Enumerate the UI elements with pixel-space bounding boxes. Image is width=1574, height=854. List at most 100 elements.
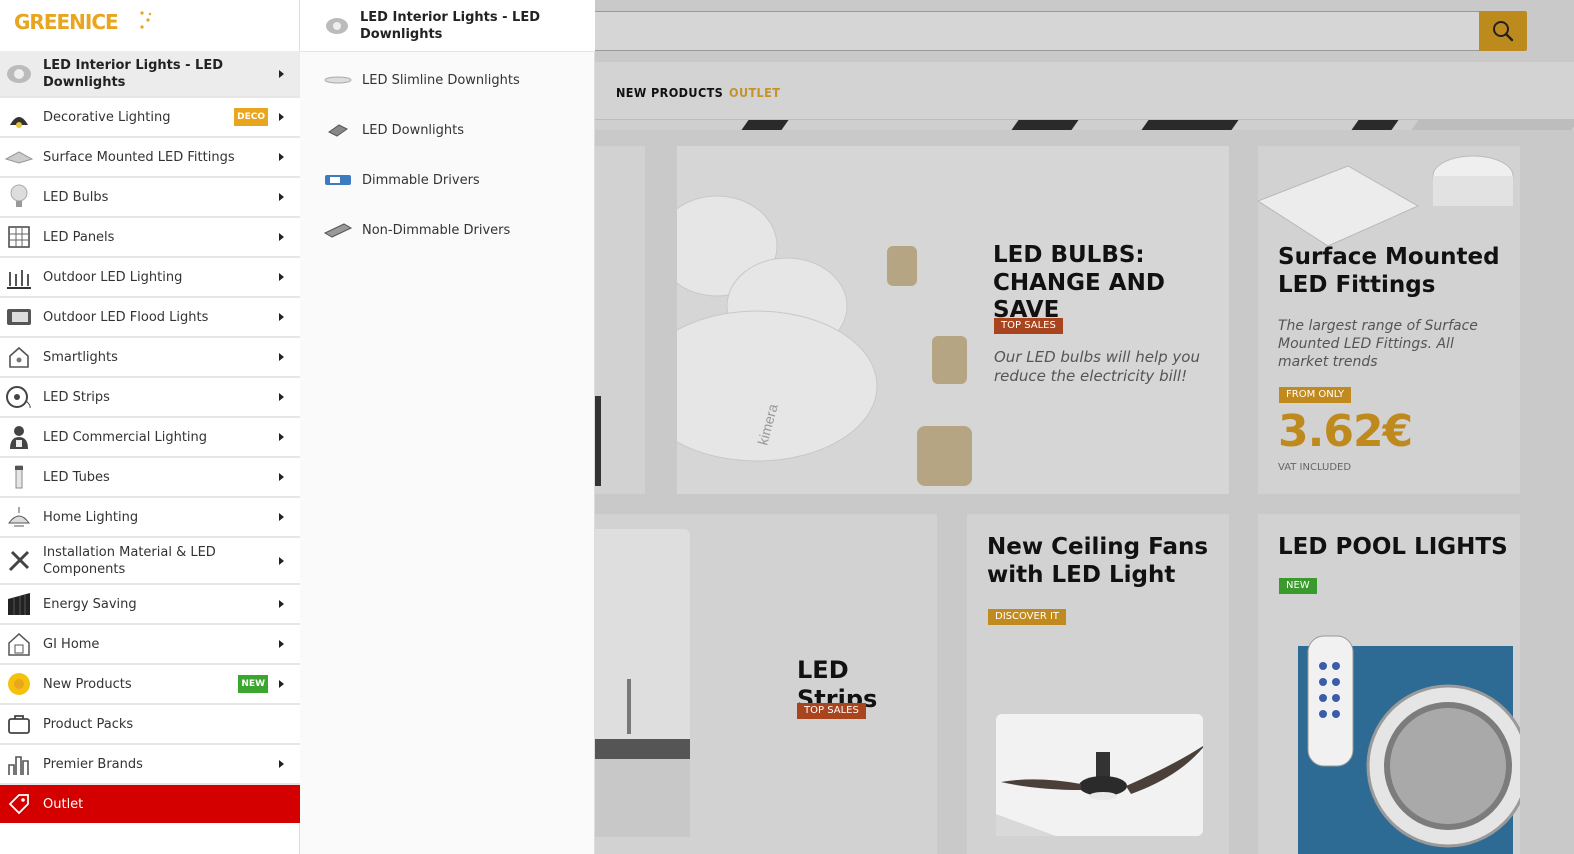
panel-icon — [5, 223, 33, 251]
menu-item-outlet[interactable]: Outlet — [0, 785, 300, 823]
chevron-right-icon — [279, 393, 284, 401]
fans-title: New Ceiling Fans with LED Light — [987, 534, 1209, 588]
brands-icon — [5, 750, 33, 778]
driver-icon — [324, 220, 352, 240]
search-input[interactable] — [560, 11, 1480, 51]
card-pool-lights[interactable]: LED POOL LIGHTS NEW — [1258, 514, 1520, 854]
surface-title: Surface Mounted LED Fittings — [1278, 244, 1500, 298]
bulbs-desc: Our LED bulbs will help you reduce the e… — [994, 348, 1200, 386]
menu-item-home-lighting[interactable]: Home Lighting — [0, 498, 300, 538]
card-ceiling-fans[interactable]: New Ceiling Fans with LED Light DISCOVER… — [967, 514, 1229, 854]
logo[interactable]: GREENICE — [14, 10, 119, 34]
tools-icon — [5, 547, 33, 575]
menu-item-installation-material[interactable]: Installation Material & LED Components — [0, 538, 300, 585]
menu-item-surface-mounted[interactable]: Surface Mounted LED Fittings — [0, 138, 300, 178]
menu-item-premier-brands[interactable]: Premier Brands — [0, 745, 300, 785]
menu-item-led-strips[interactable]: LED Strips — [0, 378, 300, 418]
pool-light-image — [1298, 635, 1520, 854]
search-button[interactable] — [1479, 11, 1527, 51]
chevron-right-icon — [279, 313, 284, 321]
chevron-right-icon — [279, 273, 284, 281]
chevron-right-icon — [279, 353, 284, 361]
tube-icon — [5, 463, 33, 491]
chevron-right-icon — [279, 193, 284, 201]
submenu-item-dimmable-drivers[interactable]: Dimmable Drivers — [300, 160, 595, 200]
menu-item-energy-saving[interactable]: Energy Saving — [0, 585, 300, 625]
menu-item-led-panels[interactable]: LED Panels — [0, 218, 300, 258]
outdoor-light-icon — [5, 263, 33, 291]
card-led-strips[interactable]: LED Strips TOP SALES — [595, 514, 937, 854]
surface-desc: The largest range of Surface Mounted LED… — [1278, 318, 1478, 370]
downlight-icon — [324, 12, 350, 40]
card-led-bulbs[interactable]: kimera LED BULBS: CHANGE AND SAVE TOP SA… — [677, 146, 1229, 494]
solar-panel-icon — [5, 590, 33, 618]
downlight-small-icon — [324, 120, 352, 140]
strip-reel-icon — [5, 383, 33, 411]
submenu-item-led-downlights[interactable]: LED Downlights — [300, 110, 595, 150]
smart-home-icon — [5, 343, 33, 371]
bulb-icon — [5, 183, 33, 211]
surface-fitting-image — [1258, 155, 1514, 247]
surface-price: 3.62€ — [1278, 406, 1413, 457]
surface-fitting-icon — [5, 143, 33, 171]
downlight-icon — [5, 60, 33, 88]
menu-list: LED Interior Lights - LED Downlights Dec… — [0, 51, 300, 823]
submenu-panel: LED Interior Lights - LED Downlights LED… — [300, 0, 595, 854]
category-menu: GREENICE LED Interior Lights - LED Downl… — [0, 0, 300, 854]
deco-badge: DECO — [234, 108, 268, 126]
nav-outlet[interactable]: OUTLET — [729, 85, 780, 100]
chevron-right-icon — [279, 640, 284, 648]
chevron-right-icon — [279, 513, 284, 521]
menu-item-led-bulbs[interactable]: LED Bulbs — [0, 178, 300, 218]
chevron-right-icon — [279, 680, 284, 688]
new-star-icon — [5, 670, 33, 698]
tag-icon — [5, 790, 33, 818]
chevron-right-icon — [279, 473, 284, 481]
commercial-icon — [5, 423, 33, 451]
logo-sparkle-icon — [140, 11, 152, 29]
menu-item-flood-lights[interactable]: Outdoor LED Flood Lights — [0, 298, 300, 338]
strips-tag: TOP SALES — [797, 703, 866, 719]
hidden-card[interactable] — [595, 146, 645, 494]
submenu-header[interactable]: LED Interior Lights - LED Downlights — [300, 0, 595, 52]
chevron-right-icon — [279, 69, 284, 78]
menu-item-led-interior-lights[interactable]: LED Interior Lights - LED Downlights — [0, 51, 300, 98]
ceiling-lamp-icon — [5, 503, 33, 531]
chevron-right-icon — [279, 433, 284, 441]
fan-image — [996, 714, 1203, 836]
nav-new-products[interactable]: NEW PRODUCTS — [616, 85, 723, 100]
pool-title: LED POOL LIGHTS — [1278, 534, 1508, 560]
menu-item-gi-home[interactable]: GI Home — [0, 625, 300, 665]
chevron-right-icon — [279, 153, 284, 161]
menu-item-product-packs[interactable]: Product Packs — [0, 705, 300, 745]
pack-icon — [5, 710, 33, 738]
chevron-right-icon — [279, 556, 284, 565]
menu-item-new-products[interactable]: New Products NEW — [0, 665, 300, 705]
pool-tag: NEW — [1279, 578, 1317, 594]
chevron-right-icon — [279, 600, 284, 608]
surface-vat: VAT INCLUDED — [1278, 462, 1352, 473]
chevron-right-icon — [279, 113, 284, 121]
fans-tag: DISCOVER IT — [988, 609, 1067, 625]
menu-item-led-tubes[interactable]: LED Tubes — [0, 458, 300, 498]
submenu-item-non-dimmable-drivers[interactable]: Non-Dimmable Drivers — [300, 210, 595, 250]
card-surface-mounted[interactable]: Surface Mounted LED Fittings The largest… — [1258, 146, 1520, 494]
top-navigation: NEW PRODUCTS OUTLET — [595, 62, 1574, 120]
surface-tag: FROM ONLY — [1279, 387, 1352, 403]
dimmable-driver-icon — [324, 170, 352, 190]
floodlight-icon — [5, 303, 33, 331]
new-badge: NEW — [238, 675, 268, 693]
slim-downlight-icon — [324, 70, 352, 90]
menu-item-outdoor-led[interactable]: Outdoor LED Lighting — [0, 258, 300, 298]
bulbs-image: kimera — [677, 195, 972, 486]
bulbs-tag: TOP SALES — [994, 318, 1063, 334]
search-icon — [1493, 21, 1514, 42]
submenu-item-slimline-downlights[interactable]: LED Slimline Downlights — [300, 60, 595, 100]
menu-item-decorative-lighting[interactable]: Decorative Lighting DECO — [0, 98, 300, 138]
chevron-right-icon — [279, 233, 284, 241]
pendant-lamp-icon — [5, 103, 33, 131]
menu-item-commercial[interactable]: LED Commercial Lighting — [0, 418, 300, 458]
menu-item-smartlights[interactable]: Smartlights — [0, 338, 300, 378]
submenu-title: LED Interior Lights - LED Downlights — [360, 9, 540, 42]
bulbs-title: LED BULBS: CHANGE AND SAVE — [993, 242, 1165, 324]
